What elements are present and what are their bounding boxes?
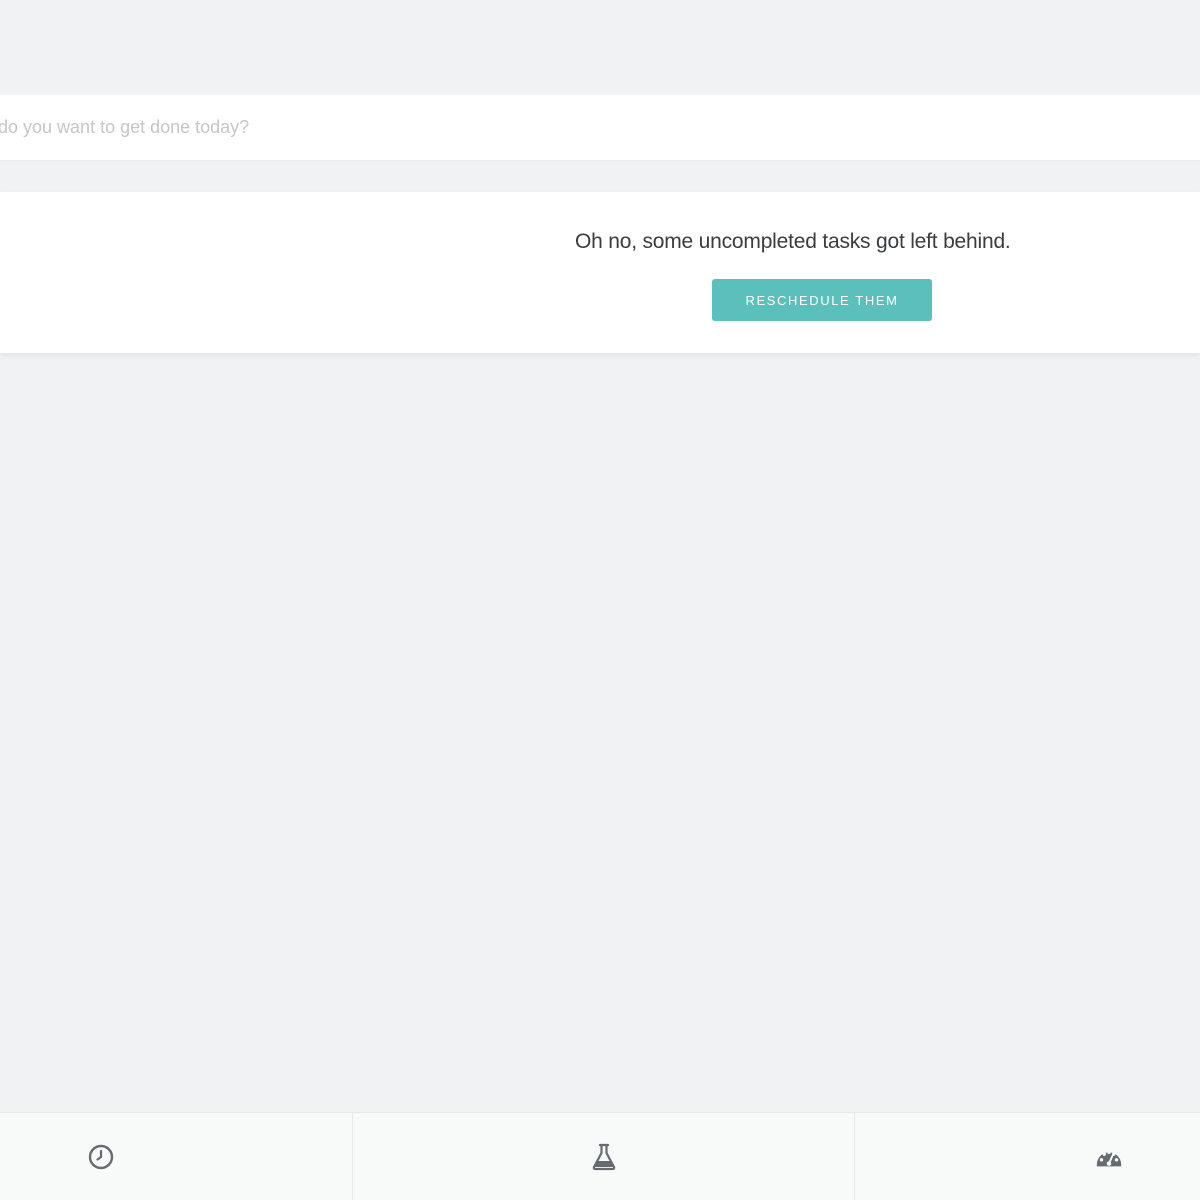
flask-icon (589, 1142, 619, 1172)
clock-icon (86, 1142, 116, 1172)
overdue-notice-card (0, 192, 1200, 353)
task-input-bar (0, 95, 1200, 160)
overdue-notice-message: Oh no, some uncompleted tasks got left b… (575, 230, 1011, 253)
nav-tab-dashboard[interactable] (855, 1113, 1200, 1200)
nav-tab-history[interactable] (0, 1113, 353, 1200)
task-input[interactable] (0, 95, 1188, 160)
app-root: Oh no, some uncompleted tasks got left b… (0, 0, 1200, 1200)
nav-tab-lab[interactable] (353, 1113, 855, 1200)
bottom-nav (0, 1112, 1200, 1200)
reschedule-button[interactable]: RESCHEDULE THEM (712, 279, 932, 321)
dashboard-icon (1094, 1142, 1124, 1172)
